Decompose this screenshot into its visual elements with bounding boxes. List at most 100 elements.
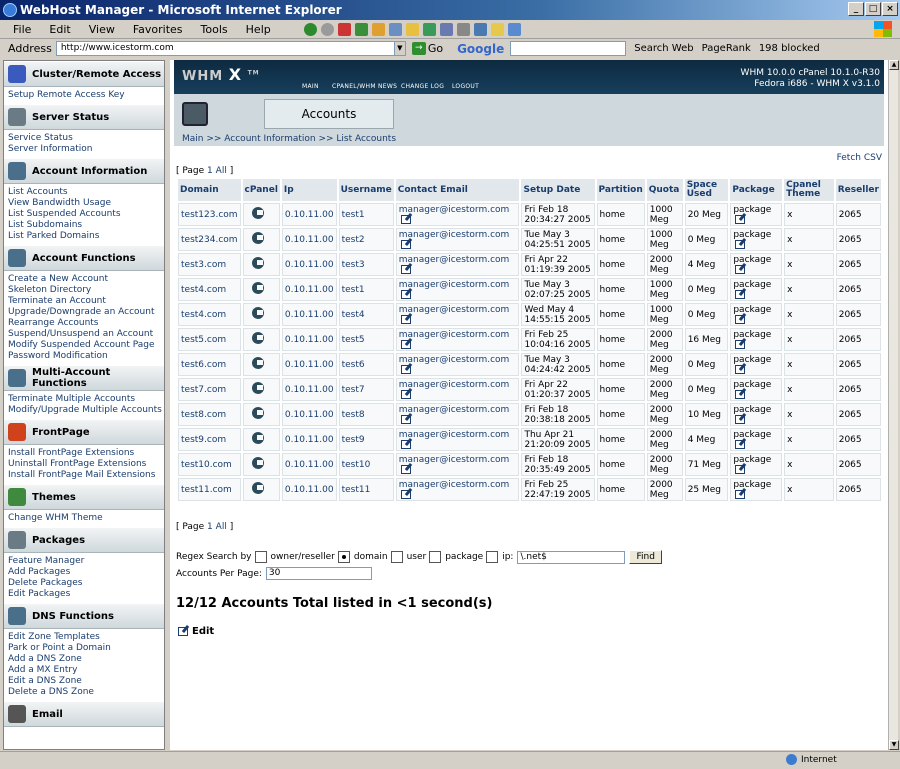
refresh-icon[interactable] — [354, 22, 368, 36]
email-text[interactable]: manager@icestorm.com — [399, 355, 510, 365]
cpanel-login-icon[interactable] — [251, 482, 264, 494]
minimize-button[interactable]: _ — [848, 2, 864, 16]
cell-domain[interactable]: test7.com — [178, 378, 241, 401]
sidebar-link[interactable]: Change WHM Theme — [8, 513, 164, 524]
cell-username[interactable]: test8 — [338, 403, 394, 426]
menu-view[interactable]: View — [80, 21, 124, 38]
sidebar-link[interactable]: List Subdomains — [8, 220, 164, 231]
cell-username[interactable]: test1 — [338, 203, 394, 226]
nav-news[interactable]: CPANEL/WHM NEWS — [332, 83, 397, 90]
cell-package[interactable]: package — [730, 278, 783, 301]
cell-username[interactable]: test10 — [338, 453, 394, 476]
sidebar-link[interactable]: Suspend/Unsuspend an Account — [8, 329, 164, 340]
sidebar-link[interactable]: Edit a DNS Zone — [8, 676, 164, 687]
breadcrumb[interactable]: Main >> Account Information >> List Acco… — [182, 134, 396, 144]
sidebar-link[interactable]: Skeleton Directory — [8, 285, 164, 296]
cell-ip[interactable]: 0.10.11.00 — [281, 228, 337, 251]
sidebar-link[interactable]: Edit Packages — [8, 589, 164, 600]
sidebar-link[interactable]: Modify Suspended Account Page — [8, 340, 164, 351]
cell-package[interactable]: package — [730, 303, 783, 326]
cell-email[interactable]: manager@icestorm.com — [395, 203, 520, 226]
col-setup-date[interactable]: Setup Date — [521, 179, 595, 201]
edit-package-icon[interactable] — [735, 214, 746, 224]
edit-email-icon[interactable] — [400, 314, 411, 324]
address-field[interactable]: http://www.icestorm.com ▼ — [55, 41, 406, 56]
email-text[interactable]: manager@icestorm.com — [399, 405, 510, 415]
edit-link[interactable]: Edit — [176, 626, 214, 637]
cell-package[interactable]: package — [730, 353, 783, 376]
cell-domain[interactable]: test8.com — [178, 403, 241, 426]
sidebar-link[interactable]: List Parked Domains — [8, 231, 164, 242]
cell-cpanel[interactable] — [242, 378, 280, 401]
cell-email[interactable]: manager@icestorm.com — [395, 378, 520, 401]
col-space-used[interactable]: Space Used — [684, 179, 729, 201]
email-text[interactable]: manager@icestorm.com — [399, 280, 510, 290]
cpanel-login-icon[interactable] — [251, 382, 264, 394]
sidebar-link[interactable]: Create a New Account — [8, 274, 164, 285]
cell-email[interactable]: manager@icestorm.com — [395, 453, 520, 476]
col-reseller[interactable]: Reseller — [835, 179, 881, 201]
edit-email-icon[interactable] — [400, 364, 411, 374]
edit-email-icon[interactable] — [400, 239, 411, 249]
cell-package[interactable]: package — [730, 428, 783, 451]
menu-edit[interactable]: Edit — [40, 21, 79, 38]
cell-username[interactable]: test11 — [338, 478, 394, 501]
col-ip[interactable]: Ip — [281, 179, 337, 201]
cell-ip[interactable]: 0.10.11.00 — [281, 253, 337, 276]
cell-domain[interactable]: test3.com — [178, 253, 241, 276]
search-icon[interactable] — [388, 22, 402, 36]
sidebar-link[interactable]: Feature Manager — [8, 556, 164, 567]
maximize-button[interactable]: □ — [865, 2, 881, 16]
sidebar-link[interactable]: List Suspended Accounts — [8, 209, 164, 220]
sidebar-link[interactable]: View Bandwidth Usage — [8, 198, 164, 209]
cpanel-login-icon[interactable] — [251, 232, 264, 244]
email-text[interactable]: manager@icestorm.com — [399, 305, 510, 315]
cpanel-login-icon[interactable] — [251, 357, 264, 369]
col-username[interactable]: Username — [338, 179, 394, 201]
back-icon[interactable] — [303, 22, 317, 36]
cell-package[interactable]: package — [730, 378, 783, 401]
sidebar-link[interactable]: Terminate Multiple Accounts — [8, 394, 164, 405]
sidebar-link[interactable]: Uninstall FrontPage Extensions — [8, 459, 164, 470]
scroll-down-icon[interactable]: ▼ — [889, 740, 899, 750]
cell-domain[interactable]: test9.com — [178, 428, 241, 451]
pager-page-link[interactable]: 1 — [207, 522, 213, 532]
cell-cpanel[interactable] — [242, 428, 280, 451]
history-icon[interactable] — [422, 22, 436, 36]
cell-ip[interactable]: 0.10.11.00 — [281, 328, 337, 351]
google-toolbar-logo[interactable]: Google — [457, 42, 504, 56]
sidebar-link[interactable]: Add Packages — [8, 567, 164, 578]
find-button[interactable]: Find — [629, 550, 662, 564]
per-page-input[interactable]: 30 — [265, 567, 372, 580]
menu-tools[interactable]: Tools — [192, 21, 237, 38]
cell-cpanel[interactable] — [242, 203, 280, 226]
cell-username[interactable]: test2 — [338, 228, 394, 251]
cell-package[interactable]: package — [730, 403, 783, 426]
cell-cpanel[interactable] — [242, 403, 280, 426]
radio-ip[interactable] — [486, 551, 499, 563]
edit-package-icon[interactable] — [735, 414, 746, 424]
edit-email-icon[interactable] — [400, 439, 411, 449]
edit-package-icon[interactable] — [735, 339, 746, 349]
col-cpanel[interactable]: cPanel — [242, 179, 280, 201]
cell-package[interactable]: package — [730, 453, 783, 476]
sidebar-link[interactable]: Server Information — [8, 144, 164, 155]
sidebar-link[interactable]: Modify/Upgrade Multiple Accounts — [8, 405, 164, 416]
sidebar-link[interactable]: Add a DNS Zone — [8, 654, 164, 665]
research-icon[interactable] — [507, 22, 521, 36]
col-quota[interactable]: Quota — [646, 179, 683, 201]
cpanel-login-icon[interactable] — [251, 457, 264, 469]
cell-package[interactable]: package — [730, 228, 783, 251]
cell-email[interactable]: manager@icestorm.com — [395, 253, 520, 276]
edit-package-icon[interactable] — [735, 489, 746, 499]
cell-ip[interactable]: 0.10.11.00 — [281, 353, 337, 376]
col-email[interactable]: Contact Email — [395, 179, 520, 201]
popup-blocked-label[interactable]: 198 blocked — [759, 43, 820, 54]
cpanel-login-icon[interactable] — [251, 432, 264, 444]
radio-domain[interactable] — [337, 551, 350, 563]
cell-email[interactable]: manager@icestorm.com — [395, 403, 520, 426]
cell-cpanel[interactable] — [242, 478, 280, 501]
cell-domain[interactable]: test123.com — [178, 203, 241, 226]
cell-cpanel[interactable] — [242, 353, 280, 376]
cell-domain[interactable]: test11.com — [178, 478, 241, 501]
